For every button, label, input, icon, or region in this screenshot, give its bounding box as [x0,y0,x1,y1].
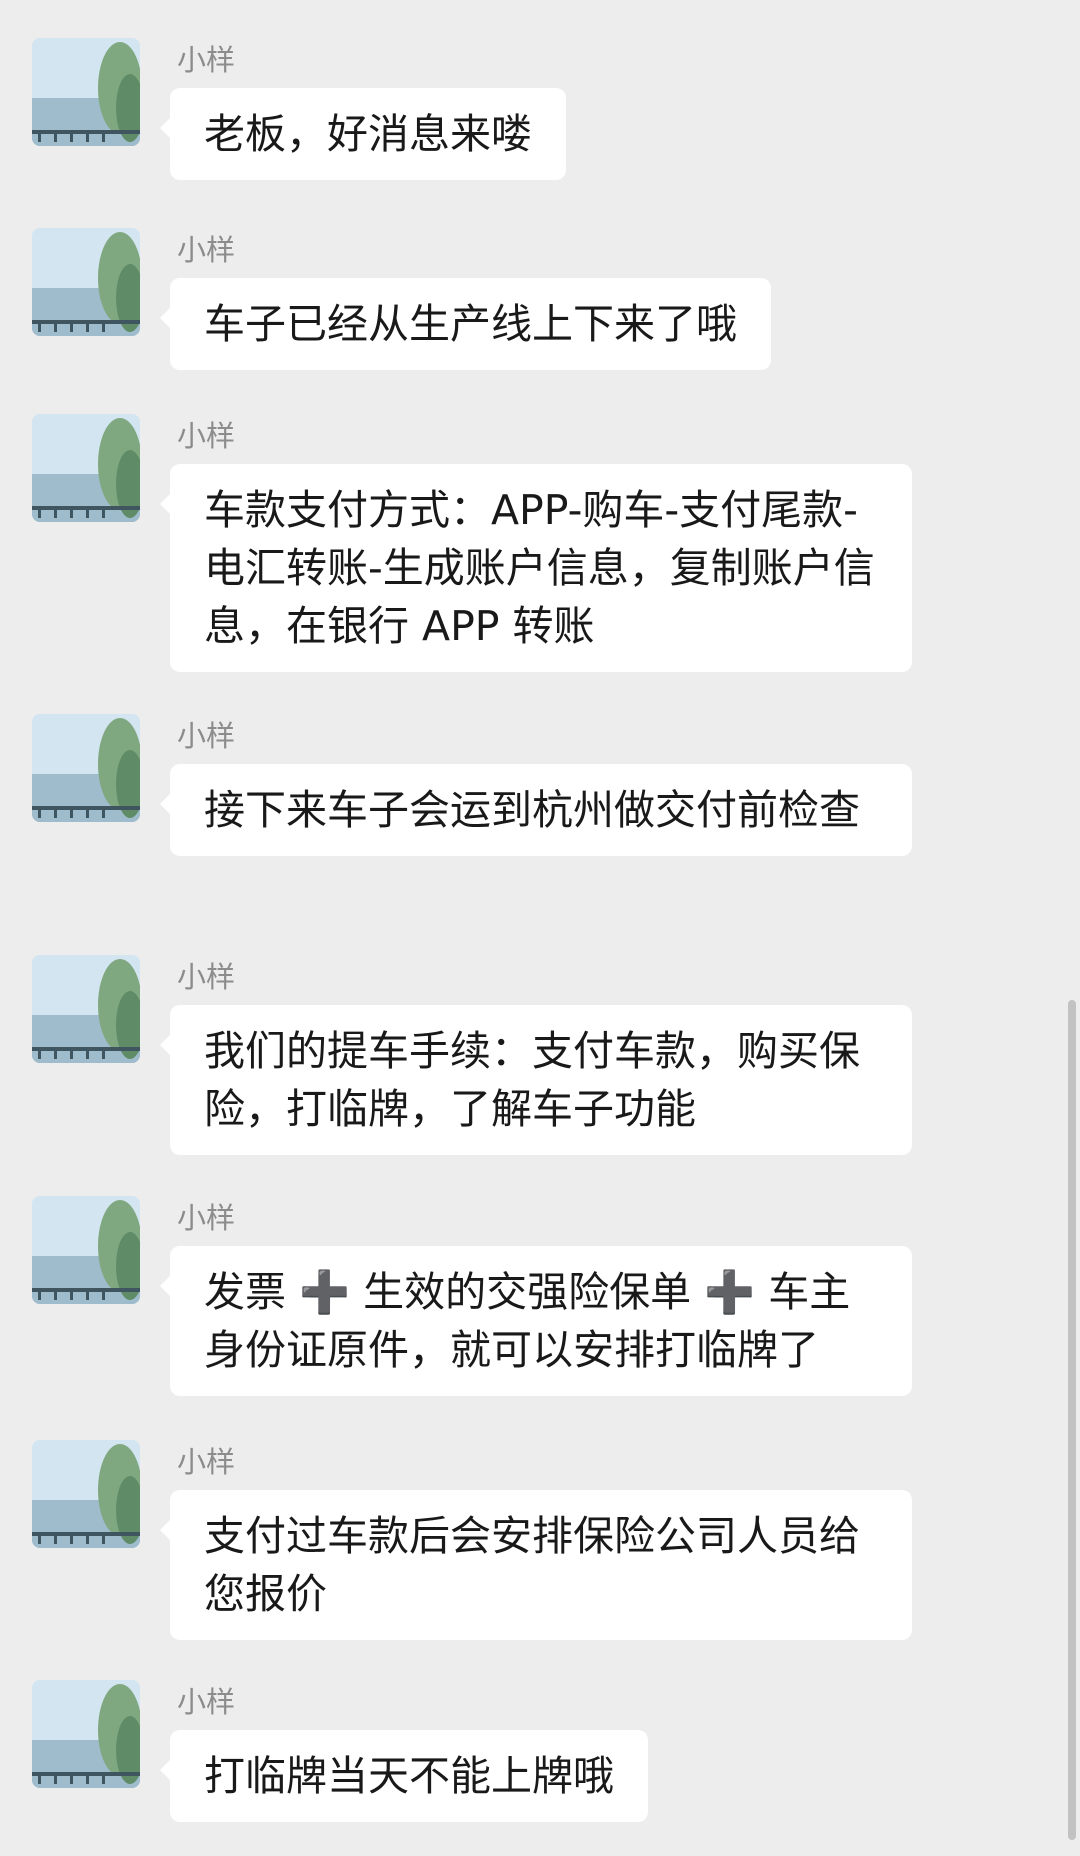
sender-name: 小样 [177,719,236,753]
avatar[interactable] [32,414,140,522]
message-bubble[interactable]: 打临牌当天不能上牌哦 [160,1730,648,1822]
sender-name: 小样 [177,419,236,453]
sender-name: 小样 [177,1201,236,1235]
chat-message-list[interactable]: 小样 老板，好消息来喽 小样 车子已经从生产线上下来了哦 小样 车款支付方式：A… [0,0,1080,1856]
willow-lake-avatar-icon [32,714,140,822]
message-bubble[interactable]: 接下来车子会运到杭州做交付前检查 [160,764,912,856]
willow-lake-avatar-icon [32,1196,140,1304]
willow-lake-avatar-icon [32,228,140,336]
message-bubble[interactable]: 老板，好消息来喽 [160,88,566,180]
avatar[interactable] [32,1196,140,1304]
message-bubble[interactable]: 我们的提车手续：支付车款，购买保险，打临牌，了解车子功能 [160,1005,912,1155]
scrollbar[interactable] [1068,1000,1076,1840]
willow-lake-avatar-icon [32,1440,140,1548]
avatar[interactable] [32,714,140,822]
sender-name: 小样 [177,233,236,267]
message-bubble[interactable]: 支付过车款后会安排保险公司人员给您报价 [160,1490,912,1640]
message-bubble[interactable]: 发票 ➕ 生效的交强险保单 ➕ 车主身份证原件，就可以安排打临牌了 [160,1246,912,1396]
willow-lake-avatar-icon [32,955,140,1063]
message-bubble[interactable]: 车款支付方式：APP-购车-支付尾款-电汇转账-生成账户信息，复制账户信息，在银… [160,464,912,672]
sender-name: 小样 [177,960,236,994]
willow-lake-avatar-icon [32,38,140,146]
avatar[interactable] [32,38,140,146]
willow-lake-avatar-icon [32,414,140,522]
sender-name: 小样 [177,1685,236,1719]
sender-name: 小样 [177,43,236,77]
avatar[interactable] [32,228,140,336]
avatar[interactable] [32,955,140,1063]
sender-name: 小样 [177,1445,236,1479]
avatar[interactable] [32,1440,140,1548]
message-bubble[interactable]: 车子已经从生产线上下来了哦 [160,278,771,370]
avatar[interactable] [32,1680,140,1788]
willow-lake-avatar-icon [32,1680,140,1788]
